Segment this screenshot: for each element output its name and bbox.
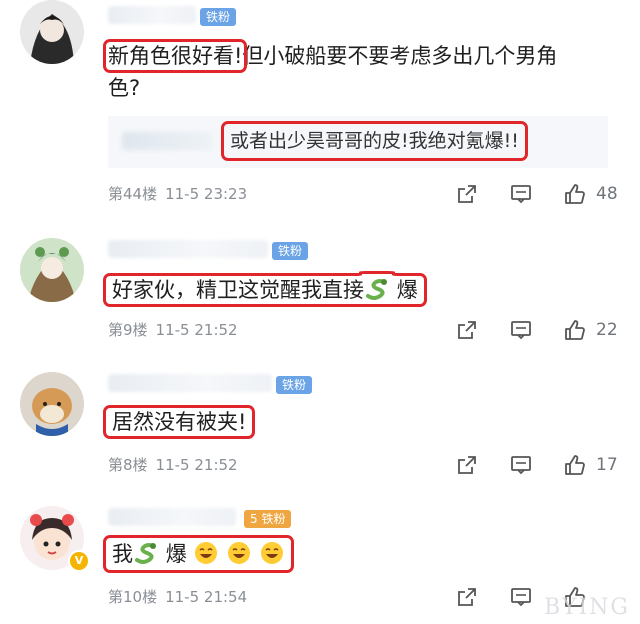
snake-emoji-icon — [364, 276, 390, 302]
comment-meta: 第9楼 11-5 21:52 — [108, 319, 246, 340]
comment-text-part: 好家伙，精卫这觉醒我直接 — [112, 278, 364, 302]
comment-text-rest: 但小破船要不要考虑多出几个男角 — [242, 44, 558, 68]
fan-level: 5 — [250, 512, 258, 526]
avatar[interactable] — [20, 238, 84, 302]
username-blurred[interactable] — [108, 508, 236, 526]
floor-number: 第44楼 — [108, 185, 158, 203]
share-icon[interactable] — [456, 319, 478, 341]
comment-actions: 22 — [424, 319, 620, 341]
thumbs-up-icon[interactable] — [564, 454, 586, 476]
watermark: BYING — [544, 595, 630, 620]
timestamp: 11-5 23:23 — [165, 185, 248, 203]
username-blurred[interactable] — [108, 6, 196, 24]
quote-text: 或者出少昊哥哥的皮!我绝对氪爆!! — [221, 121, 528, 161]
comment-text: 我 爆 — [103, 535, 294, 573]
comment-icon[interactable] — [510, 586, 532, 608]
highlighted-text: 我 爆 — [103, 535, 294, 573]
comment-item: 铁粉 新角色很好看!但小破船要不要考虑多出几个男角 色? 或者出少昊哥哥的皮!我… — [0, 0, 640, 220]
thumbs-up-icon[interactable] — [564, 319, 586, 341]
comment-actions: 48 — [424, 183, 620, 205]
grin-emoji-icon — [226, 540, 252, 566]
highlighted-text: 居然没有被夹! — [102, 405, 256, 439]
like-count: 22 — [596, 320, 618, 340]
fan-badge: 铁粉 — [276, 376, 313, 394]
share-icon[interactable] — [456, 183, 478, 205]
share-icon[interactable] — [456, 586, 478, 608]
comment-icon[interactable] — [510, 183, 532, 205]
comment-icon[interactable] — [510, 319, 532, 341]
comment-meta: 第44楼 11-5 23:23 — [108, 183, 255, 204]
grin-emoji-icon — [193, 540, 219, 566]
fan-badge: 铁粉 — [200, 8, 237, 26]
comment-text: 居然没有被夹! — [102, 405, 256, 439]
fan-badge: 5 铁粉 — [244, 510, 292, 528]
thumbs-up-icon[interactable] — [564, 183, 586, 205]
comment-text-line2: 色? — [108, 76, 141, 100]
fan-badge-label: 铁粉 — [261, 512, 286, 526]
timestamp: 11-5 21:54 — [165, 588, 248, 606]
comment-item: 铁粉 好家伙，精卫这觉醒我直接 爆 第9楼 11-5 21:52 22 — [0, 232, 640, 362]
quoted-reply[interactable]: 或者出少昊哥哥的皮!我绝对氪爆!! — [108, 116, 608, 168]
avatar[interactable] — [20, 372, 84, 436]
timestamp: 11-5 21:52 — [155, 456, 238, 474]
like-count: 48 — [596, 184, 618, 204]
comment-text-part: 我 — [112, 542, 133, 566]
username-blurred[interactable] — [108, 374, 272, 392]
comment-actions: 17 — [424, 454, 620, 476]
timestamp: 11-5 21:52 — [155, 321, 238, 339]
fan-badge: 铁粉 — [272, 242, 309, 260]
like-count: 17 — [596, 455, 618, 475]
comment-icon[interactable] — [510, 454, 532, 476]
comment-text: 新角色很好看!但小破船要不要考虑多出几个男角 — [102, 39, 558, 73]
comment-meta: 第8楼 11-5 21:52 — [108, 454, 246, 475]
share-icon[interactable] — [456, 454, 478, 476]
quote-username-blurred — [122, 132, 212, 150]
comment-text-part: 爆 — [396, 278, 418, 302]
username-blurred[interactable] — [108, 240, 268, 258]
vip-badge-icon: V — [68, 550, 90, 572]
floor-number: 第9楼 — [108, 321, 148, 339]
comment-item: 铁粉 居然没有被夹! 第8楼 11-5 21:52 17 — [0, 366, 640, 486]
grin-emoji-icon — [259, 540, 285, 566]
avatar[interactable] — [20, 0, 84, 64]
comment-text-part: 爆 — [165, 542, 187, 566]
floor-number: 第10楼 — [108, 588, 158, 606]
snake-emoji-icon — [133, 540, 159, 566]
highlighted-text: 新角色很好看! — [102, 39, 248, 73]
comment-meta: 第10楼 11-5 21:54 — [108, 586, 255, 607]
comment-text: 好家伙，精卫这觉醒我直接 爆 — [103, 273, 427, 307]
highlighted-text: 好家伙，精卫这觉醒我直接 爆 — [103, 273, 427, 307]
floor-number: 第8楼 — [108, 456, 148, 474]
